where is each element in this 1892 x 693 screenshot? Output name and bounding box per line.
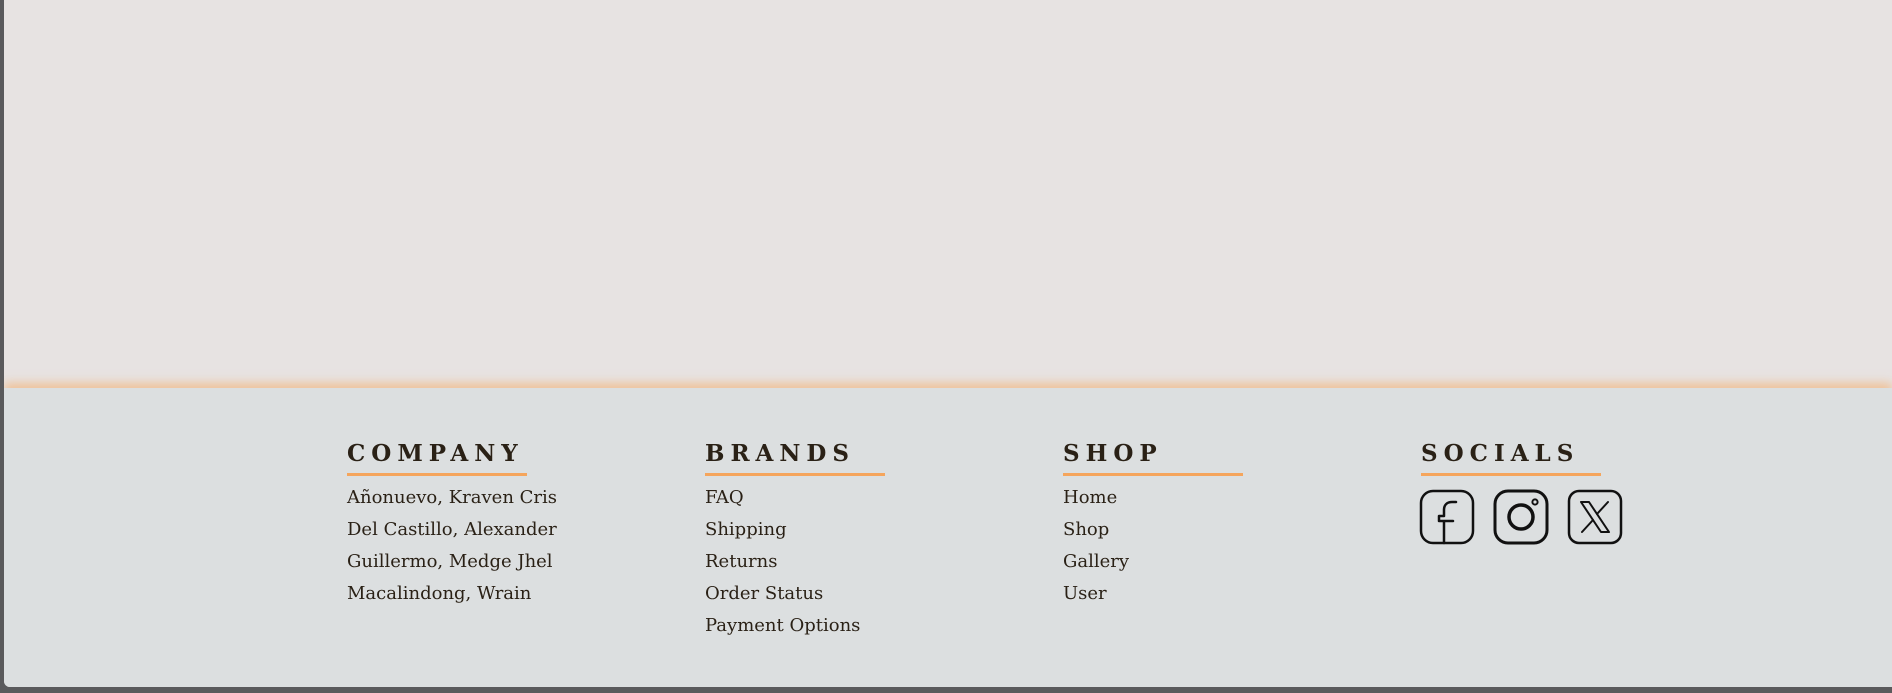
- site-footer: COMPANY Añonuevo, Kraven Cris Del Castil…: [4, 388, 1892, 687]
- company-heading-underline: [347, 473, 527, 476]
- company-member: Macalindong, Wrain: [347, 583, 532, 604]
- shop-list: Home Shop Gallery User: [1063, 482, 1383, 610]
- brands-heading: BRANDS: [705, 440, 855, 467]
- returns-link[interactable]: Returns: [705, 546, 1025, 578]
- company-list: Añonuevo, Kraven Cris Del Castillo, Alex…: [347, 482, 667, 610]
- faq-link[interactable]: FAQ: [705, 482, 1025, 514]
- footer-column-shop: SHOP Home Shop Gallery User: [1063, 440, 1383, 610]
- company-member: Añonuevo, Kraven Cris: [347, 487, 558, 508]
- home-link[interactable]: Home: [1063, 482, 1383, 514]
- brands-list: FAQ Shipping Returns Order Status Paymen…: [705, 482, 1025, 642]
- brands-heading-underline: [705, 473, 885, 476]
- company-member: Del Castillo, Alexander: [347, 519, 557, 540]
- order-status-link[interactable]: Order Status: [705, 578, 1025, 610]
- user-link[interactable]: User: [1063, 578, 1383, 610]
- footer-column-company: COMPANY Añonuevo, Kraven Cris Del Castil…: [347, 440, 667, 610]
- shipping-link[interactable]: Shipping: [705, 514, 1025, 546]
- social-icons-row: [1418, 488, 1741, 546]
- shop-heading-underline: [1063, 473, 1243, 476]
- gallery-link[interactable]: Gallery: [1063, 546, 1383, 578]
- footer-column-brands: BRANDS FAQ Shipping Returns Order Status…: [705, 440, 1025, 642]
- socials-heading: SOCIALS: [1421, 440, 1580, 467]
- instagram-icon[interactable]: [1492, 488, 1550, 546]
- company-member: Guillermo, Medge Jhel: [347, 551, 553, 572]
- footer-column-socials: SOCIALS: [1418, 440, 1741, 546]
- company-heading: COMPANY: [347, 440, 524, 467]
- shop-link[interactable]: Shop: [1063, 514, 1383, 546]
- socials-heading-underline: [1421, 473, 1601, 476]
- x-icon[interactable]: [1566, 488, 1624, 546]
- facebook-icon[interactable]: [1418, 488, 1476, 546]
- browser-viewport: COMPANY Añonuevo, Kraven Cris Del Castil…: [4, 0, 1892, 687]
- shop-heading: SHOP: [1063, 440, 1163, 467]
- page-content-area: [4, 0, 1892, 388]
- payment-options-link[interactable]: Payment Options: [705, 610, 1025, 642]
